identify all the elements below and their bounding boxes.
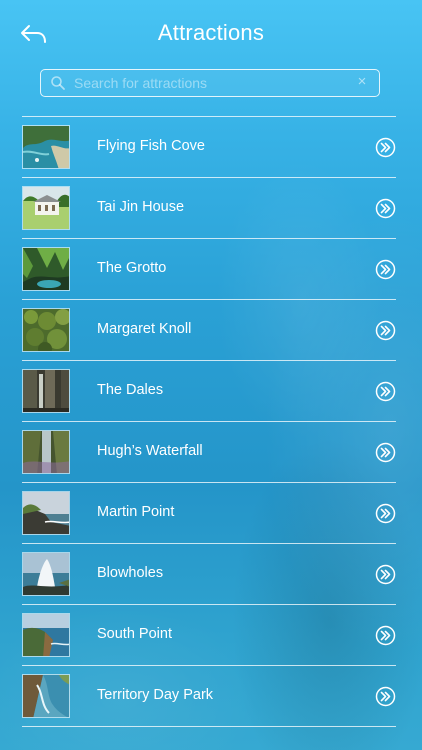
thumbnail-image	[22, 308, 70, 352]
chevron-right-icon[interactable]	[375, 564, 396, 585]
thumbnail-image	[22, 552, 70, 596]
clear-icon[interactable]: ×	[355, 74, 369, 89]
list-divider	[22, 726, 396, 727]
thumbnail-image	[22, 247, 70, 291]
attraction-name: Blowholes	[97, 565, 164, 581]
list-item[interactable]: Territory Day Park	[22, 666, 396, 726]
attractions-list: Flying Fish Cove Tai Jin House The Grott…	[22, 116, 396, 727]
attraction-name: Tai Jin House	[97, 199, 185, 215]
list-item[interactable]: Tai Jin House	[22, 178, 396, 238]
attraction-name: Territory Day Park	[97, 687, 214, 703]
thumbnail-image	[22, 491, 70, 535]
thumbnail-image	[22, 674, 70, 718]
nav-bar: Attractions	[0, 0, 422, 66]
list-item[interactable]: Flying Fish Cove	[22, 117, 396, 177]
chevron-right-icon[interactable]	[375, 259, 396, 280]
search-input[interactable]	[74, 73, 344, 93]
thumbnail-image	[22, 613, 70, 657]
search-bar[interactable]: ×	[40, 69, 380, 97]
attraction-name: The Grotto	[97, 260, 167, 276]
chevron-right-icon[interactable]	[375, 137, 396, 158]
list-item[interactable]: The Grotto	[22, 239, 396, 299]
chevron-right-icon[interactable]	[375, 625, 396, 646]
list-item[interactable]: Margaret Knoll	[22, 300, 396, 360]
attraction-name: Martin Point	[97, 504, 175, 520]
thumbnail-image	[22, 186, 70, 230]
list-item[interactable]: Martin Point	[22, 483, 396, 543]
list-item[interactable]: Hugh’s Waterfall	[22, 422, 396, 482]
chevron-right-icon[interactable]	[375, 442, 396, 463]
chevron-right-icon[interactable]	[375, 320, 396, 341]
attraction-name: Flying Fish Cove	[97, 138, 205, 154]
chevron-right-icon[interactable]	[375, 198, 396, 219]
chevron-right-icon[interactable]	[375, 381, 396, 402]
attraction-name: Margaret Knoll	[97, 321, 192, 337]
attraction-name: South Point	[97, 626, 172, 642]
search-icon	[51, 76, 65, 90]
attraction-name: The Dales	[97, 382, 164, 398]
thumbnail-image	[22, 430, 70, 474]
chevron-right-icon[interactable]	[375, 503, 396, 524]
attraction-name: Hugh’s Waterfall	[97, 443, 203, 459]
thumbnail-image	[22, 369, 70, 413]
list-item[interactable]: The Dales	[22, 361, 396, 421]
thumbnail-image	[22, 125, 70, 169]
chevron-right-icon[interactable]	[375, 686, 396, 707]
list-item[interactable]: South Point	[22, 605, 396, 665]
list-item[interactable]: Blowholes	[22, 544, 396, 604]
page-title: Attractions	[157, 20, 265, 45]
